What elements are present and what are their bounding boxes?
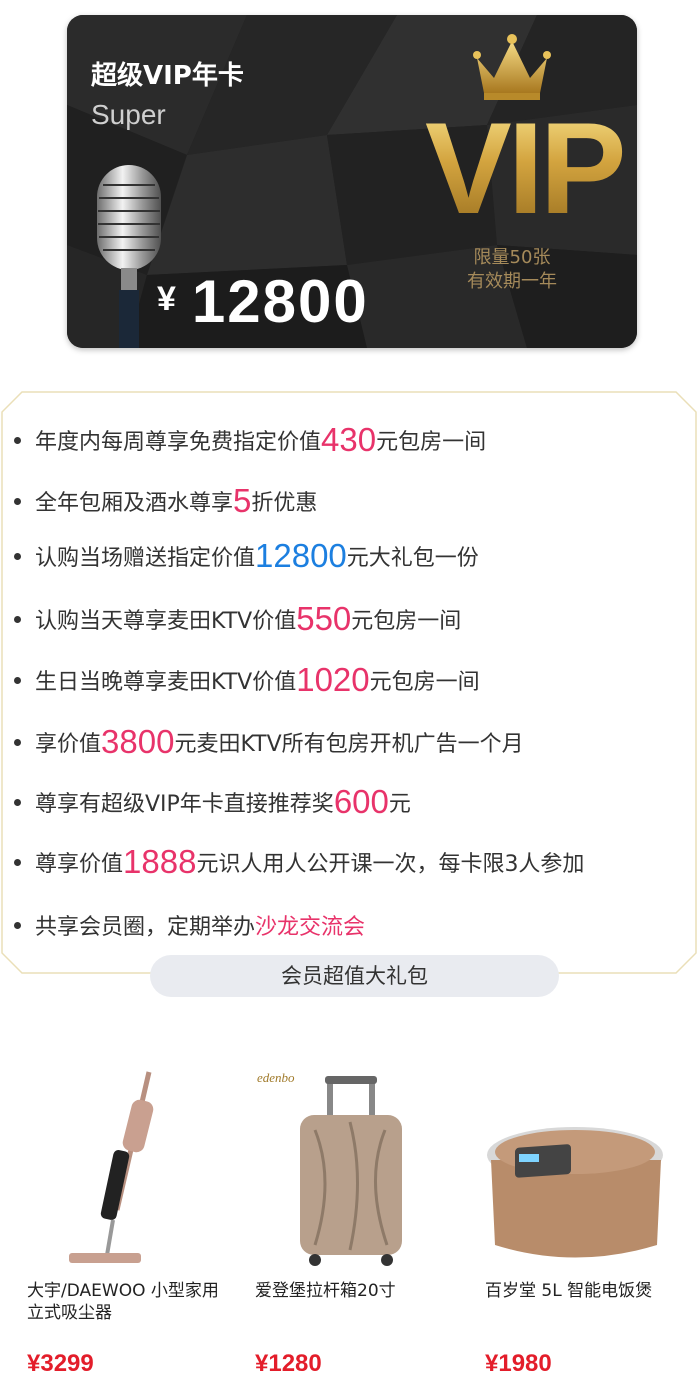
benefit-text-suffix: 元麦田KTV所有包房开机广告一个月 xyxy=(174,732,524,757)
benefit-text: 认购当场赠送指定价值 xyxy=(35,546,256,571)
benefit-item: 享价值 3800 元麦田KTV所有包房开机广告一个月 xyxy=(14,722,524,762)
card-title: 超级VIP年卡 xyxy=(91,61,244,91)
bullet-icon xyxy=(14,552,21,560)
benefit-text: 共享会员圈，定期举办 xyxy=(35,915,256,940)
product-price: ¥3299 xyxy=(27,1350,94,1377)
benefit-text-suffix: 元大礼包一份 xyxy=(346,546,479,571)
benefit-highlight: 600 xyxy=(333,783,389,820)
benefit-item: 全年包厢及酒水尊享 5 折优惠 xyxy=(14,481,317,521)
benefit-text-suffix: 元 xyxy=(388,792,411,817)
benefit-text: 尊享有超级VIP年卡直接推荐奖 xyxy=(35,792,334,817)
benefit-text-suffix: 元包房一间 xyxy=(369,670,480,695)
benefit-item: 共享会员圈，定期举办 沙龙交流会 xyxy=(14,905,365,945)
currency-symbol: ¥ xyxy=(157,280,178,318)
product-name: 大宇/DAEWOO 小型家用立式吸尘器 xyxy=(27,1281,219,1323)
vip-logo-text: VIP xyxy=(425,95,627,241)
crown-icon xyxy=(473,34,551,100)
benefit-item: 年度内每周尊享免费指定价值 430 元包房一间 xyxy=(14,420,486,460)
product-price: ¥1980 xyxy=(485,1350,552,1377)
benefit-item: 尊享价值 1888 元识人用人公开课一次，每卡限3人参加 xyxy=(14,842,584,882)
benefit-highlight: 12800 xyxy=(255,537,347,574)
vip-note: 限量50张 有效期一年 xyxy=(462,246,562,294)
benefit-highlight: 3800 xyxy=(101,723,175,760)
bullet-icon xyxy=(14,615,21,623)
benefit-text-suffix: 折优惠 xyxy=(251,491,318,516)
suitcase-icon: edenbo xyxy=(257,1070,402,1266)
benefit-text: 生日当晚尊享麦田KTV价值 xyxy=(35,670,297,695)
bullet-icon xyxy=(14,497,21,505)
bullet-icon xyxy=(14,858,21,866)
benefit-highlight: 430 xyxy=(321,421,377,458)
gift-section-title: 会员超值大礼包 xyxy=(150,955,559,997)
card-price: ¥12800 xyxy=(157,267,369,336)
benefit-text-suffix: 元包房一间 xyxy=(351,609,462,634)
benefit-text-suffix: 元识人用人公开课一次，每卡限3人参加 xyxy=(196,852,585,877)
product-price: ¥1280 xyxy=(255,1350,322,1377)
benefit-highlight: 1020 xyxy=(296,661,370,698)
card-price-value: 12800 xyxy=(191,268,369,335)
bullet-icon xyxy=(14,738,21,746)
rice-cooker-icon xyxy=(487,1127,663,1258)
bullet-icon xyxy=(14,921,21,929)
benefit-text: 年度内每周尊享免费指定价值 xyxy=(35,430,322,455)
vacuum-cleaner-icon xyxy=(69,1071,154,1263)
vip-card: 超级VIP年卡 Super ¥12800 VIP 限量50张 有效期一年 xyxy=(67,15,637,348)
product-name: 爱登堡拉杆箱20寸 xyxy=(255,1281,396,1301)
brand-logo-text: edenbo xyxy=(257,1070,295,1085)
benefit-text: 享价值 xyxy=(35,732,102,757)
benefits-panel: 年度内每周尊享免费指定价值 430 元包房一间 全年包厢及酒水尊享 5 折优惠 认购当场赠送… xyxy=(0,390,698,975)
bullet-icon xyxy=(14,798,21,806)
benefit-highlight: 5 xyxy=(233,482,252,519)
bullet-icon xyxy=(14,676,21,684)
benefit-item: 认购当场赠送指定价值 12800 元大礼包一份 xyxy=(14,536,479,576)
benefit-item: 认购当天尊享麦田KTV价值 550 元包房一间 xyxy=(14,599,461,639)
benefit-text-suffix: 元包房一间 xyxy=(376,430,487,455)
benefit-item: 尊享有超级VIP年卡直接推荐奖 600 元 xyxy=(14,782,411,822)
benefit-text: 尊享价值 xyxy=(35,852,124,877)
benefit-item: 生日当晚尊享麦田KTV价值 1020 元包房一间 xyxy=(14,660,480,700)
vip-limit: 限量50张 xyxy=(473,247,551,268)
benefit-text: 全年包厢及酒水尊享 xyxy=(35,491,234,516)
vip-validity: 有效期一年 xyxy=(467,271,557,292)
benefit-highlight: 沙龙交流会 xyxy=(255,915,366,940)
product-name: 百岁堂 5L 智能电饭煲 xyxy=(485,1281,653,1301)
benefit-highlight: 550 xyxy=(296,600,352,637)
bullet-icon xyxy=(14,436,21,444)
benefit-text: 认购当天尊享麦田KTV价值 xyxy=(35,609,297,634)
benefit-highlight: 1888 xyxy=(123,843,197,880)
card-subtitle: Super xyxy=(91,99,166,130)
